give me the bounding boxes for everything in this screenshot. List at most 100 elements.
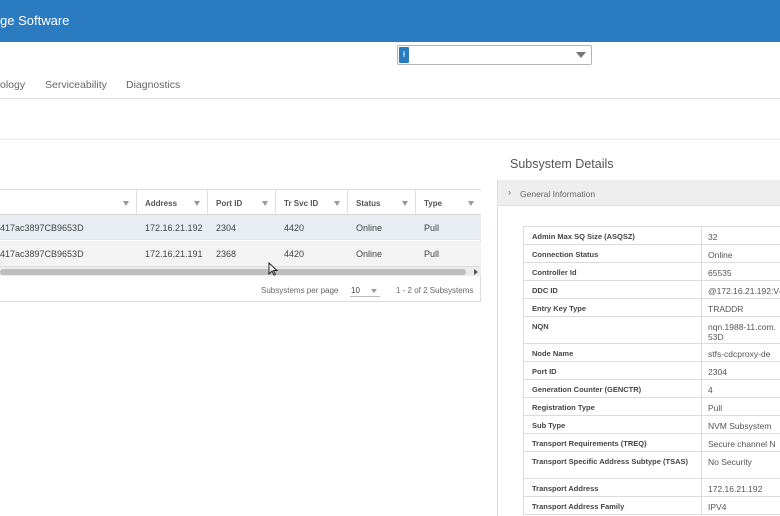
toolbar: ⱡ [0, 42, 780, 75]
detail-key: DDC ID [532, 286, 558, 295]
filter-icon[interactable] [334, 201, 340, 206]
text-cursor-icon [268, 262, 278, 276]
detail-value: No Security [708, 457, 752, 467]
detail-row: Transport Requirements (TREQ) Secure cha… [523, 434, 780, 452]
column-header-nqn[interactable] [0, 190, 137, 215]
scrollbar-thumb[interactable] [0, 269, 466, 275]
detail-row: Controller Id 65535 [523, 263, 780, 281]
section-general-information[interactable]: › General Information [498, 180, 780, 206]
horizontal-scrollbar[interactable] [0, 266, 481, 276]
detail-value: @172.16.21.192:V4 [708, 286, 780, 296]
detail-row: Generation Counter (GENCTR) 4 [523, 380, 780, 398]
detail-key: Transport Address Family [532, 502, 625, 511]
cell-address: 172.16.21.192 [145, 223, 203, 233]
detail-key: Connection Status [532, 250, 599, 259]
scroll-right-icon[interactable] [474, 269, 478, 275]
detail-row: Port ID 2304 [523, 362, 780, 380]
detail-value-continued: 53D [708, 332, 724, 342]
filter-icon[interactable] [402, 201, 408, 206]
detail-row: Admin Max SQ Size (ASQSZ) 32 [523, 227, 780, 245]
detail-value: 65535 [708, 268, 732, 278]
detail-key: Port ID [532, 367, 557, 376]
column-header-port-id[interactable]: Port ID [208, 190, 276, 215]
detail-key: Generation Counter (GENCTR) [532, 385, 642, 394]
detail-key: NQN [532, 322, 549, 331]
detail-row: Sub Type NVM Subsystem [523, 416, 780, 434]
cell-tr-svc-id: 4420 [284, 249, 305, 259]
detail-value: 32 [708, 232, 718, 242]
detail-key: Controller Id [532, 268, 577, 277]
cell-type: Pull [424, 223, 440, 233]
detail-key: Node Name [532, 349, 574, 358]
detail-key: Sub Type [532, 421, 566, 430]
cell-nqn: 417ac3897CB9653D [0, 223, 84, 233]
detail-key: Registration Type [532, 403, 595, 412]
context-select[interactable]: ⱡ [397, 45, 592, 65]
details-panel: › General Information Admin Max SQ Size … [497, 180, 780, 516]
cell-type: Pull [424, 249, 440, 259]
detail-row: Entry Key Type TRADDR [523, 299, 780, 317]
detail-key: Entry Key Type [532, 304, 587, 313]
detail-value: 172.16.21.192 [708, 484, 763, 494]
tab-topology[interactable]: ology [0, 79, 25, 91]
detail-value: 4 [708, 385, 713, 395]
detail-value: Pull [708, 403, 723, 413]
cell-status: Online [356, 223, 383, 233]
subsystems-table: Address Port ID Tr Svc ID Status Type 41… [0, 189, 481, 302]
detail-row: DDC ID @172.16.21.192:V4 [523, 281, 780, 299]
detail-value: IPV4 [708, 502, 727, 512]
column-header-type[interactable]: Type [416, 190, 481, 215]
detail-value: 2304 [708, 367, 727, 377]
pagination-range: 1 - 2 of 2 Subsystems [396, 286, 474, 295]
details-title: Subsystem Details [510, 157, 614, 171]
detail-key: Transport Address [532, 484, 599, 493]
table-row[interactable]: 417ac3897CB9653D 172.16.21.192 2304 4420… [0, 215, 481, 240]
detail-row: Node Name stfs-cdcproxy-de [523, 344, 780, 362]
detail-row: Registration Type Pull [523, 398, 780, 416]
details-table: Admin Max SQ Size (ASQSZ) 32 Connection … [523, 226, 780, 515]
detail-row: NQN nqn.1988-11.com. 53D [523, 317, 780, 344]
detail-key: Transport Requirements (TREQ) [532, 439, 647, 448]
detail-value: Secure channel N [708, 439, 776, 449]
tab-diagnostics[interactable]: Diagnostics [126, 79, 180, 91]
app-window: ge Software ⱡ ology Serviceability Diagn… [0, 0, 780, 516]
column-header-tr-svc-id[interactable]: Tr Svc ID [276, 190, 348, 215]
filter-icon[interactable] [194, 201, 200, 206]
cell-port-id: 2368 [216, 249, 237, 259]
cell-port-id: 2304 [216, 223, 237, 233]
filter-icon[interactable] [123, 201, 129, 206]
filter-icon[interactable] [468, 201, 474, 206]
detail-key: Admin Max SQ Size (ASQSZ) [532, 232, 635, 241]
detail-row: Transport Specific Address Subtype (TSAS… [523, 452, 780, 479]
chevron-down-icon[interactable] [576, 52, 586, 58]
tab-serviceability[interactable]: Serviceability [45, 79, 107, 91]
select-badge-icon: ⱡ [399, 47, 409, 63]
per-page-select[interactable]: 10 [350, 282, 380, 297]
cell-nqn: 417ac3897CB9653D [0, 249, 84, 259]
table-header: Address Port ID Tr Svc ID Status Type [0, 190, 481, 215]
tab-bar: ology Serviceability Diagnostics [0, 75, 780, 99]
detail-value: Online [708, 250, 733, 260]
chevron-right-icon[interactable]: › [508, 187, 511, 197]
cell-status: Online [356, 249, 383, 259]
section-label: General Information [520, 189, 596, 199]
detail-row: Connection Status Online [523, 245, 780, 263]
detail-value: stfs-cdcproxy-de [708, 349, 771, 359]
table-footer: Subsystems per page 10 1 - 2 of 2 Subsys… [0, 277, 481, 302]
per-page-label: Subsystems per page [261, 286, 339, 295]
cell-address: 172.16.21.191 [145, 249, 203, 259]
cell-tr-svc-id: 4420 [284, 223, 305, 233]
detail-row: Transport Address 172.16.21.192 [523, 479, 780, 497]
chevron-down-icon [371, 289, 377, 293]
table-row[interactable]: 417ac3897CB9653D 172.16.21.191 2368 4420… [0, 241, 481, 266]
detail-value: TRADDR [708, 304, 744, 314]
detail-row: Transport Address Family IPV4 [523, 497, 780, 515]
detail-key: Transport Specific Address Subtype (TSAS… [532, 457, 689, 466]
column-header-status[interactable]: Status [348, 190, 416, 215]
app-header: ge Software [0, 0, 780, 42]
detail-value: NVM Subsystem [708, 421, 772, 431]
filter-icon[interactable] [262, 201, 268, 206]
filter-band [0, 99, 780, 140]
column-header-address[interactable]: Address [137, 190, 208, 215]
app-title: ge Software [0, 13, 70, 28]
